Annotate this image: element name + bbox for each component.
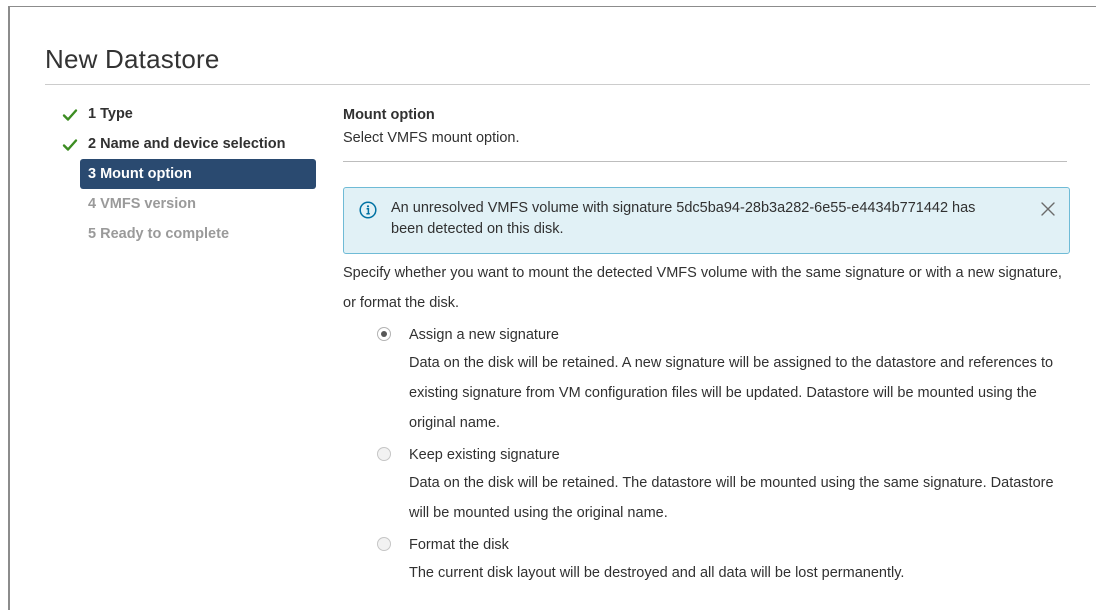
step-label: 1 Type [88, 106, 133, 122]
step-ready-to-complete: 5 Ready to complete [55, 222, 325, 252]
title-divider [45, 84, 1090, 85]
checkmark-icon [62, 139, 78, 151]
option-label[interactable]: Assign a new signature [409, 320, 1071, 348]
info-alert: An unresolved VMFS volume with signature… [343, 187, 1070, 254]
dialog-title: New Datastore [45, 44, 220, 74]
radio-keep-existing-signature[interactable] [377, 447, 391, 461]
close-icon[interactable] [1039, 200, 1057, 218]
step-type[interactable]: 1 Type [55, 102, 325, 132]
step-label: 2 Name and device selection [88, 136, 286, 152]
info-icon [359, 201, 377, 219]
step-label: 3 Mount option [80, 159, 316, 189]
option-format-the-disk[interactable]: Format the disk The current disk layout … [373, 530, 1071, 588]
step-vmfs-version: 4 VMFS version [55, 192, 325, 222]
section-heading: Mount option [343, 107, 435, 123]
option-assign-new-signature[interactable]: Assign a new signature Data on the disk … [373, 320, 1071, 438]
mount-options-radio-group: Assign a new signature Data on the disk … [343, 320, 1071, 588]
section-divider [343, 161, 1067, 162]
mount-instructions: Specify whether you want to mount the de… [343, 265, 1062, 311]
step-name-and-device-selection[interactable]: 2 Name and device selection [55, 132, 325, 162]
wizard-steps: 1 Type 2 Name and device selection 3 Mou… [55, 102, 325, 252]
radio-format-the-disk[interactable] [377, 537, 391, 551]
option-label[interactable]: Format the disk [409, 530, 1071, 558]
option-description: Data on the disk will be retained. A new… [409, 355, 1054, 431]
checkmark-icon [62, 109, 78, 121]
mount-option-panel: Mount option Select VMFS mount option. A… [343, 104, 1071, 588]
step-label: 4 VMFS version [88, 196, 196, 212]
option-label[interactable]: Keep existing signature [409, 440, 1071, 468]
radio-assign-new-signature[interactable] [377, 327, 391, 341]
section-subheading: Select VMFS mount option. [343, 130, 520, 146]
alert-message: An unresolved VMFS volume with signature… [391, 200, 976, 237]
option-description: The current disk layout will be destroye… [409, 565, 905, 581]
step-label: 5 Ready to complete [88, 226, 230, 242]
option-keep-existing-signature[interactable]: Keep existing signature Data on the disk… [373, 440, 1071, 528]
new-datastore-dialog: New Datastore 1 Type 2 Name and device s… [8, 6, 1096, 610]
option-description: Data on the disk will be retained. The d… [409, 475, 1054, 521]
step-mount-option[interactable]: 3 Mount option [55, 159, 325, 192]
